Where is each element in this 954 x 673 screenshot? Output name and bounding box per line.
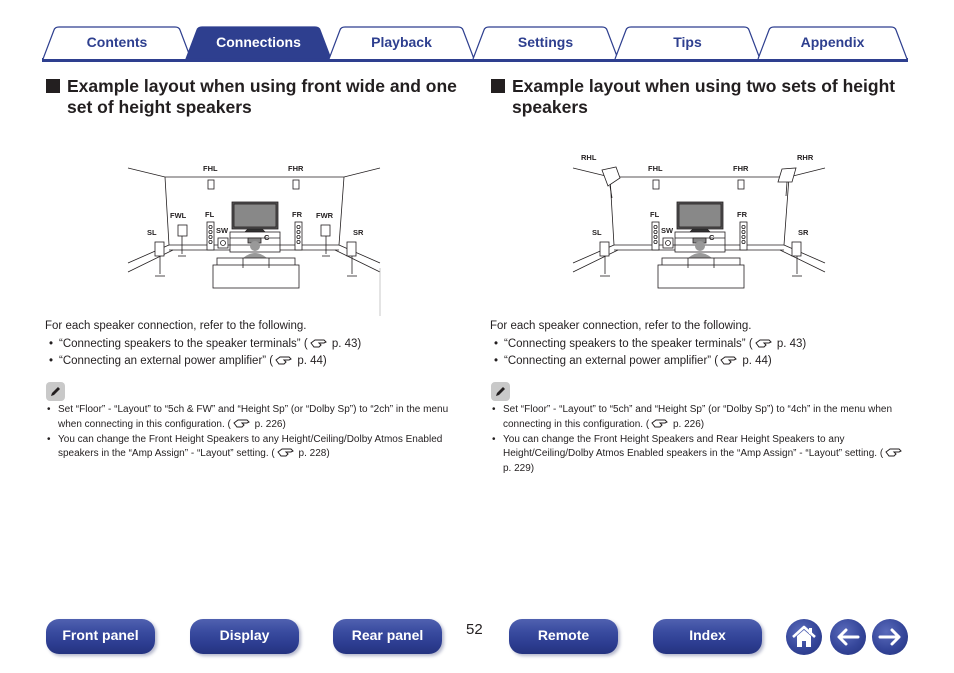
label-fr: FR xyxy=(737,210,747,219)
pointing-hand-ref-icon xyxy=(233,419,250,427)
pointing-hand-ref-icon xyxy=(277,448,294,457)
speaker-fr-icon xyxy=(294,221,303,251)
label-rhr: RHR xyxy=(797,153,814,162)
speaker-fr-icon xyxy=(739,221,748,251)
tab-label: Appendix xyxy=(800,34,865,50)
label-sw: SW xyxy=(216,226,229,235)
arrow-right-icon xyxy=(878,628,901,646)
speaker-fl-icon xyxy=(651,221,660,251)
listener-icon xyxy=(695,241,705,251)
speaker-fwl-icon xyxy=(177,224,188,237)
note-pencil-icon xyxy=(491,382,510,401)
index-button[interactable]: Index xyxy=(653,619,762,654)
speaker-rhr-icon xyxy=(777,167,797,197)
note-pencil-icon xyxy=(46,382,65,401)
heading-square-bullet xyxy=(491,79,505,93)
page-number: 52 xyxy=(466,621,483,638)
pointing-hand-ref-icon xyxy=(754,339,772,347)
speaker-rhl-icon xyxy=(601,166,621,199)
label-c: C xyxy=(709,233,715,242)
label-fr: FR xyxy=(292,210,302,219)
intro-text-left: For each speaker connection, refer to th… xyxy=(45,318,475,371)
label-fhr: FHR xyxy=(288,164,304,173)
display-button[interactable]: Display xyxy=(190,619,299,654)
label-rhl: RHL xyxy=(581,153,597,162)
intro-text-right: For each speaker connection, refer to th… xyxy=(490,318,920,371)
room-wall-lines xyxy=(127,167,381,178)
label-sr: SR xyxy=(353,228,364,237)
label-sw: SW xyxy=(661,226,674,235)
section-heading-front-wide: Example layout when using front wide and… xyxy=(46,76,476,118)
front-panel-button[interactable]: Front panel xyxy=(46,619,155,654)
arrow-left-icon xyxy=(837,628,860,646)
speaker-sl-icon xyxy=(599,241,610,257)
pointing-hand-ref-icon xyxy=(309,339,327,347)
back-button[interactable] xyxy=(830,619,866,655)
speaker-fhr-icon xyxy=(292,179,300,190)
label-fhl: FHL xyxy=(203,164,218,173)
label-fl: FL xyxy=(205,210,215,219)
section-heading-two-height-sets: Example layout when using two sets of he… xyxy=(491,76,911,118)
intro-sentence: For each speaker connection, refer to th… xyxy=(490,320,752,332)
label-sl: SL xyxy=(592,228,602,237)
notes-right: Set “Floor” - “Layout” to “5ch” and “Hei… xyxy=(491,403,911,477)
tab-appendix[interactable]: Appendix xyxy=(757,26,908,59)
speaker-layout-diagram-two-height: RHL RHR FHL FHR FL SW C FR SL SR xyxy=(570,148,830,294)
label-fhr: FHR xyxy=(733,164,749,173)
subwoofer-icon xyxy=(662,237,674,249)
note-item[interactable]: Set “Floor” - “Layout” to “5ch” and “Hei… xyxy=(491,403,911,432)
speaker-sl-icon xyxy=(154,241,165,257)
ref-link-external-amp[interactable]: “Connecting an external power amplifier”… xyxy=(490,353,920,371)
pointing-hand-ref-icon xyxy=(720,356,737,365)
speaker-layout-diagram-front-wide: FHL FHR FWL FL SW C FR FWR SL SR xyxy=(125,150,385,316)
speaker-sr-icon xyxy=(791,241,802,257)
listener-icon xyxy=(250,241,260,251)
tab-label: Tips xyxy=(673,34,702,50)
tab-label: Contents xyxy=(86,34,148,50)
rear-panel-button[interactable]: Rear panel xyxy=(333,619,442,654)
tab-contents[interactable]: Contents xyxy=(42,26,192,59)
subwoofer-icon xyxy=(217,237,229,249)
speaker-fhl-icon xyxy=(652,179,660,190)
pointing-hand-ref-icon xyxy=(275,356,292,365)
ref-link-speaker-terminals[interactable]: “Connecting speakers to the speaker term… xyxy=(490,336,920,354)
intro-sentence: For each speaker connection, refer to th… xyxy=(45,320,307,332)
pointing-hand-ref-icon xyxy=(651,419,669,427)
tab-settings[interactable]: Settings xyxy=(472,26,619,59)
ref-link-external-amp[interactable]: “Connecting an external power amplifier”… xyxy=(45,353,475,371)
tab-label: Settings xyxy=(517,34,574,50)
tab-label: Connections xyxy=(216,34,301,50)
label-fwl: FWL xyxy=(170,211,187,220)
note-item[interactable]: You can change the Front Height Speakers… xyxy=(491,433,911,477)
tab-connections[interactable]: Connections xyxy=(185,26,332,59)
speaker-fwr-icon xyxy=(320,224,331,237)
heading-square-bullet xyxy=(46,79,60,93)
note-item[interactable]: Set “Floor” - “Layout” to “5ch & FW” and… xyxy=(46,403,466,432)
note-item[interactable]: You can change the Front Height Speakers… xyxy=(46,433,466,462)
label-fwr: FWR xyxy=(316,211,334,220)
home-button[interactable] xyxy=(786,619,822,655)
label-c: C xyxy=(264,233,270,242)
tab-label: Playback xyxy=(371,34,432,50)
ref-link-speaker-terminals[interactable]: “Connecting speakers to the speaker term… xyxy=(45,336,475,354)
tab-tips[interactable]: Tips xyxy=(614,26,761,59)
speaker-fhr-icon xyxy=(737,179,745,190)
speaker-fhl-icon xyxy=(207,179,215,190)
label-fhl: FHL xyxy=(648,164,663,173)
forward-button[interactable] xyxy=(872,619,908,655)
remote-button[interactable]: Remote xyxy=(509,619,618,654)
home-icon xyxy=(792,625,816,647)
notes-left: Set “Floor” - “Layout” to “5ch & FW” and… xyxy=(46,403,466,462)
label-fl: FL xyxy=(650,210,660,219)
label-sr: SR xyxy=(798,228,809,237)
speaker-fl-icon xyxy=(206,221,215,251)
speaker-sr-icon xyxy=(346,241,357,257)
label-sl: SL xyxy=(147,228,157,237)
tab-playback[interactable]: Playback xyxy=(328,26,475,59)
pointing-hand-ref-icon xyxy=(885,448,903,457)
